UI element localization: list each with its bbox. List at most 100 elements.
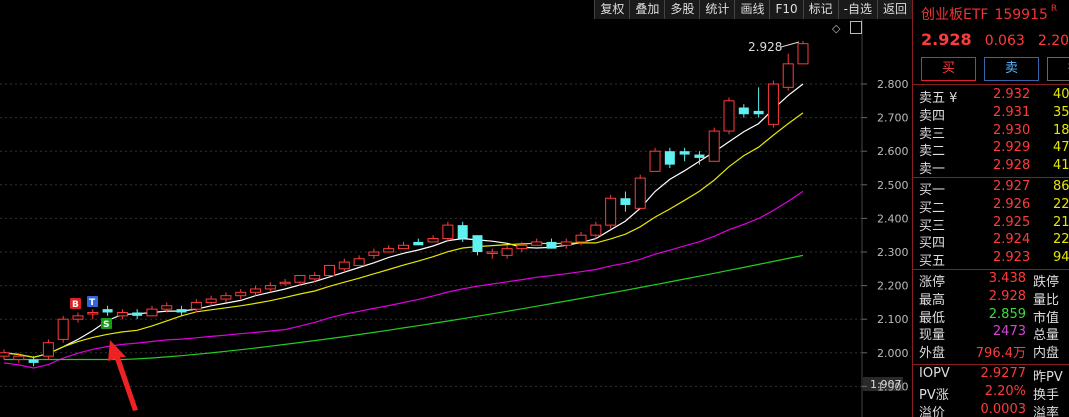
toolbar-item-1[interactable]: 叠加 [629,0,664,19]
ma10-line [3,112,804,358]
stat-label: 涨停 [919,275,946,290]
level-label: 买五 [919,254,946,270]
bid-book: 买一2.92786买二2.926227买三2.925217买四2.924220买… [913,179,1069,270]
price-change-pct: 2.20% [1037,33,1069,49]
bids-row[interactable]: 买二 2.926 227 [913,196,1069,216]
level-volume: 47 [1053,140,1069,156]
toolbar-item-4[interactable]: 画线 [734,0,769,19]
t-marker-label: T [89,298,96,308]
candle-up [767,83,779,125]
stat-row: 涨停 3.438 跌停 [913,271,1069,290]
stat-row: 外盘 796.4万 内盘 [913,342,1069,362]
level-price: 2.923 [993,250,1031,266]
bids-row[interactable]: 买五 2.923 94 [913,250,1069,270]
y-tick-label: 2.300 [877,246,909,259]
candle-up [87,311,99,315]
price-axis: 2.800 2.700 2.600 2.500 2.400 2.300 2.200 2.100… [861,18,909,417]
kline-chart[interactable]: 2.800 2.700 2.600 2.500 2.400 2.300 2.200 2.100… [0,0,912,417]
toolbar-item-6[interactable]: 标记 [802,0,838,19]
sell-button[interactable]: 卖 [984,57,1039,81]
level-label: 卖四 [919,108,946,124]
bids-row[interactable]: 买四 2.924 220 [913,232,1069,251]
candle-up [634,177,646,209]
stat-value: 0.0003 [980,401,1027,417]
asks-row[interactable]: 卖一 2.928 41 [913,158,1069,177]
toolbar-item-7[interactable]: -自选 [837,0,877,19]
candle-down [694,154,705,158]
stat-row: PV涨 2.20% 换手 [913,383,1069,403]
level-label: 买一 [919,183,946,198]
candle-down [102,309,113,313]
toolbar-item-5[interactable]: F10 [769,0,802,19]
asks-row[interactable]: 卖二 2.929 47 [913,140,1069,159]
level-price: 2.925 [993,214,1031,230]
candle-up [649,150,661,172]
candle-down [457,225,468,239]
toolbar-item-8[interactable]: 返回 [876,0,912,19]
candle-down [28,359,39,363]
level-volume: 217 [1053,214,1069,230]
candle-down [132,312,143,316]
candle-up [398,244,409,250]
candle-up [279,281,291,285]
y-tick-label: 2.600 [877,145,909,158]
candle-down [753,110,764,115]
bids-row[interactable]: 买三 2.925 217 [913,214,1069,234]
price-change: 0.063 [984,33,1025,49]
bids-row[interactable]: 买一 2.927 86 [913,179,1069,198]
candle-up [708,130,720,162]
candle-up [309,275,321,280]
cancel-order-button[interactable]: 撤 [1047,57,1069,81]
level-price: 2.931 [993,104,1031,120]
candle-up [427,238,439,243]
level-price: 2.932 [993,87,1031,102]
level-volume: 186 [1053,122,1069,138]
candle-down [546,241,557,249]
level-price: 2.926 [993,196,1031,212]
candle-up [294,275,306,283]
candle-down [620,198,631,205]
stat-label-2: 换手 [1033,387,1060,403]
window-toggle-icon[interactable] [850,21,862,34]
trade-buttons: 买 卖 撤 [921,57,1069,81]
candle-up [57,318,69,340]
stat-label-2: 内盘 [1033,346,1060,362]
sell-marker-label: S [103,320,109,330]
last-price: 2.928 [921,30,972,49]
asks-row[interactable]: 卖三 2.930 186 [913,122,1069,142]
level-price: 2.930 [993,122,1031,138]
buy-button[interactable]: 买 [921,57,976,81]
diamond-icon[interactable]: ◇ [832,22,840,35]
candle-up [531,241,543,246]
asks-row[interactable]: 卖五 ¥ 2.932 40 [913,87,1069,106]
stat-value: 3.438 [988,271,1026,286]
stat-value: 2.9277 [980,366,1027,381]
candle-up [501,248,513,256]
level-volume: 86 [1053,179,1069,194]
candle-down [679,151,690,155]
stat-label: 最低 [919,310,946,326]
candle-up [42,342,54,357]
stat-value: 2.20% [984,383,1026,399]
candle-up [383,248,395,253]
level-price: 2.924 [993,232,1031,248]
candle-down [738,107,749,115]
toolbar-item-2[interactable]: 多股 [664,0,699,19]
candle-up [324,264,336,277]
level-price: 2.927 [993,179,1031,194]
security-name: 创业板ETF [921,7,989,23]
asks-row[interactable]: 卖四 2.931 35 [913,104,1069,124]
toolbar-item-3[interactable]: 统计 [699,0,734,19]
toolbar-item-0[interactable]: 复权 [594,0,629,19]
stat-label: 现量 [919,328,946,344]
stat-row: 最低 2.859 市值 [913,306,1069,326]
candle-up [575,234,587,243]
candle-up [161,305,173,310]
candle-up [146,308,158,317]
security-title: 创业板ETF 159915 R [921,4,1057,24]
candle-up [338,261,350,270]
ask-book: 卖五 ¥2.93240卖四2.93135卖三2.930186卖二2.92947卖… [913,87,1069,177]
stat-value: 2.859 [988,306,1026,322]
stat-label-2: 总量 [1033,328,1060,344]
stat-row: 溢价 0.0003 溢率 [913,402,1069,417]
